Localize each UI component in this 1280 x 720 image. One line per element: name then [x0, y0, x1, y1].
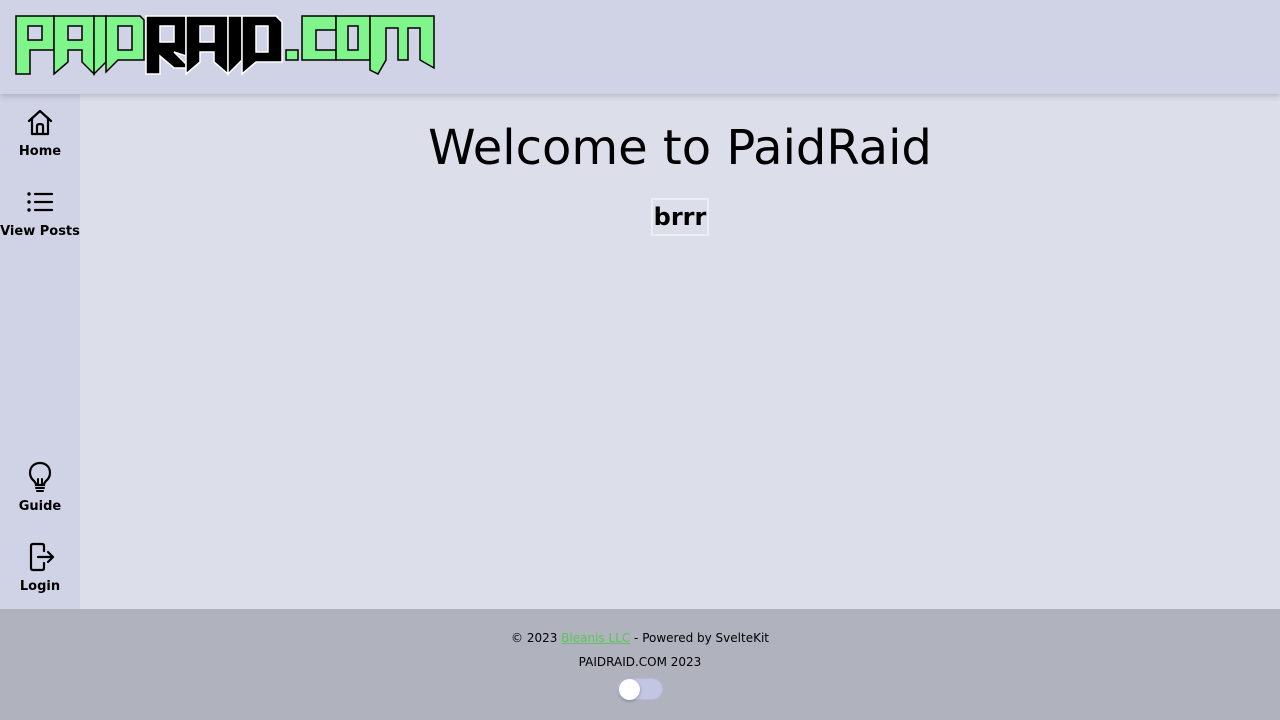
company-link[interactable]: Bleanis LLC [561, 631, 630, 645]
sidebar-item-label: Guide [18, 499, 62, 514]
login-icon [29, 542, 55, 572]
copyright-prefix: © 2023 [511, 631, 562, 645]
site-logo[interactable]: PAIDRAID.COM [14, 12, 436, 80]
sidebar-item-label: Login [19, 579, 61, 594]
lightbulb-icon [28, 461, 52, 492]
page-title: Welcome to PaidRaid [428, 120, 932, 176]
page-subtitle: brrr [651, 198, 709, 236]
sidebar-item-label: View Posts [0, 224, 80, 239]
main-content: Welcome to PaidRaid brrr [80, 94, 1280, 609]
footer-site-line: PAIDRAID.COM 2023 [578, 655, 702, 669]
list-icon [27, 192, 54, 212]
toggle-knob [619, 679, 640, 700]
sidebar-item-home[interactable]: Home [0, 106, 80, 176]
powered-by-text: - Powered by SvelteKit [630, 631, 769, 645]
logo-graphic [15, 15, 435, 76]
site-header: PAIDRAID.COM [0, 0, 1280, 94]
theme-toggle[interactable] [617, 678, 663, 700]
sidebar: Home View Posts Guide Login [0, 94, 80, 609]
site-footer: © 2023 Bleanis LLC - Powered by SvelteKi… [0, 609, 1280, 720]
sidebar-item-label: Home [18, 144, 62, 159]
sidebar-item-guide[interactable]: Guide [0, 461, 80, 531]
home-icon [27, 109, 53, 136]
sidebar-item-login[interactable]: Login [0, 541, 80, 611]
footer-copyright: © 2023 Bleanis LLC - Powered by SvelteKi… [0, 631, 1280, 645]
sidebar-item-view-posts[interactable]: View Posts [0, 186, 80, 256]
